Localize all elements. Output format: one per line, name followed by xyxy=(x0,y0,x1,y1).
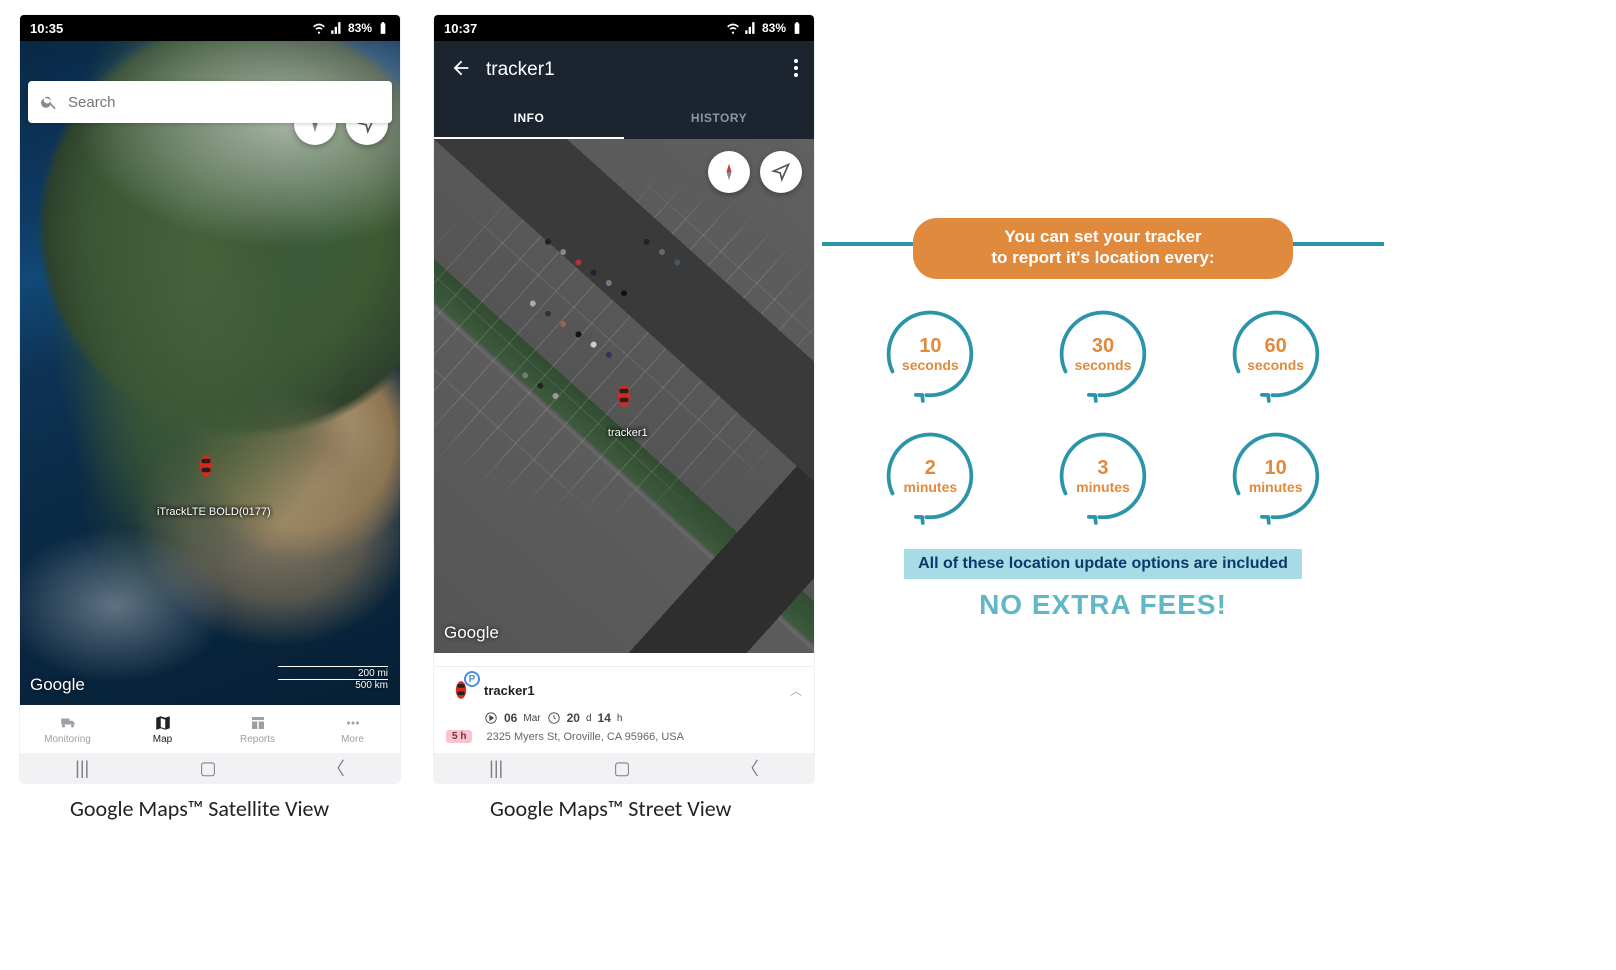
battery-icon xyxy=(790,21,804,35)
back-button[interactable]: 〈 xyxy=(741,755,759,781)
nav-more[interactable]: More xyxy=(305,705,400,753)
interval-option: 2minutes xyxy=(883,429,977,523)
caption-satellite: Google Maps™ Satellite View xyxy=(70,795,329,822)
interval-option: 3minutes xyxy=(1056,429,1150,523)
tracker-info-card[interactable]: P tracker1 ︿ 06 Mar 20 d 14 h 5 h 2325 M… xyxy=(434,666,814,753)
nav-reports[interactable]: Reports xyxy=(210,705,305,753)
status-icons: 83% xyxy=(726,21,804,35)
recents-button[interactable]: ||| xyxy=(489,758,503,779)
status-time: 10:37 xyxy=(444,21,477,36)
tracker-avatar: P xyxy=(446,675,476,705)
clock-icon xyxy=(547,711,561,725)
interval-option: 30seconds xyxy=(1056,307,1150,401)
promo-nofees: NO EXTRA FEES! xyxy=(838,589,1368,621)
tracker-marker[interactable] xyxy=(197,452,215,480)
tracker-marker[interactable] xyxy=(615,382,633,410)
status-time: 10:35 xyxy=(30,21,63,36)
promo-subtext: All of these location update options are… xyxy=(904,549,1302,579)
tracker-address-row: 5 h 2325 Myers St, Oroville, CA 95966, U… xyxy=(484,730,802,743)
wifi-icon xyxy=(312,21,326,35)
interval-option: 10seconds xyxy=(883,307,977,401)
signal-icon xyxy=(744,21,758,35)
status-bar: 10:37 83% xyxy=(434,15,814,41)
page-header: tracker1 xyxy=(434,41,814,99)
google-logo: Google xyxy=(444,623,499,643)
google-logo: Google xyxy=(30,675,85,695)
locate-button[interactable] xyxy=(760,151,802,193)
reports-icon xyxy=(248,714,268,732)
caption-street: Google Maps™ Street View xyxy=(490,795,731,822)
locate-icon xyxy=(771,162,791,182)
street-map[interactable]: tracker1 Google xyxy=(434,139,814,653)
interval-option: 60seconds xyxy=(1229,307,1323,401)
play-icon xyxy=(484,711,498,725)
search-input[interactable] xyxy=(68,94,380,111)
map-icon xyxy=(153,714,173,732)
satellite-map[interactable]: iTrackLTE BOLD(0177) Google 200 mi 500 k… xyxy=(20,41,400,705)
page-title: tracker1 xyxy=(486,59,786,81)
arrow-left-icon xyxy=(450,57,472,79)
overflow-button[interactable] xyxy=(786,51,806,90)
battery-percent: 83% xyxy=(348,21,372,35)
status-icons: 83% xyxy=(312,21,390,35)
promo-panel: You can set your tracker to report it's … xyxy=(838,218,1368,621)
status-bar: 10:35 83% xyxy=(20,15,400,41)
age-badge: 5 h xyxy=(446,730,472,743)
phone-street: 10:37 83% tracker1 INFO HISTORY xyxy=(434,15,814,783)
more-icon xyxy=(343,714,363,732)
phone-satellite: 10:35 83% iTrackLTE BOLD(0177) Google 20 xyxy=(20,15,400,783)
tab-history[interactable]: HISTORY xyxy=(624,99,814,139)
home-button[interactable]: ▢ xyxy=(200,758,217,779)
marker-label: iTrackLTE BOLD(0177) xyxy=(157,506,271,518)
home-button[interactable]: ▢ xyxy=(614,758,631,779)
interval-options: 10seconds 30seconds 60seconds 2minutes 3minu… xyxy=(838,307,1368,523)
wifi-icon xyxy=(726,21,740,35)
back-button[interactable]: 〈 xyxy=(327,755,345,781)
tracker-address: 2325 Myers St, Oroville, CA 95966, USA xyxy=(486,731,683,743)
tracker-times: 06 Mar 20 d 14 h xyxy=(484,711,802,725)
chevron-up-icon[interactable]: ︿ xyxy=(790,682,802,699)
interval-option: 10minutes xyxy=(1229,429,1323,523)
kebab-icon xyxy=(794,59,798,77)
battery-percent: 83% xyxy=(762,21,786,35)
compass-icon xyxy=(719,162,739,182)
tab-info[interactable]: INFO xyxy=(434,99,624,139)
android-nav-bar: ||| ▢ 〈 xyxy=(20,753,400,783)
signal-icon xyxy=(330,21,344,35)
nav-monitoring[interactable]: Monitoring xyxy=(20,705,115,753)
promo-headline: You can set your tracker to report it's … xyxy=(913,218,1293,279)
search-bar[interactable] xyxy=(28,81,392,123)
tabs: INFO HISTORY xyxy=(434,99,814,139)
truck-icon xyxy=(58,714,78,732)
recents-button[interactable]: ||| xyxy=(75,758,89,779)
bottom-nav: Monitoring Map Reports More xyxy=(20,705,400,753)
map-scale: 200 mi 500 km xyxy=(278,666,388,691)
parked-badge: P xyxy=(464,671,480,687)
marker-label: tracker1 xyxy=(608,427,648,439)
android-nav-bar: ||| ▢ 〈 xyxy=(434,753,814,783)
battery-icon xyxy=(376,21,390,35)
back-button[interactable] xyxy=(442,49,486,92)
compass-button[interactable] xyxy=(708,151,750,193)
search-icon xyxy=(40,93,58,111)
nav-map[interactable]: Map xyxy=(115,705,210,753)
tracker-name: tracker1 xyxy=(484,683,535,698)
